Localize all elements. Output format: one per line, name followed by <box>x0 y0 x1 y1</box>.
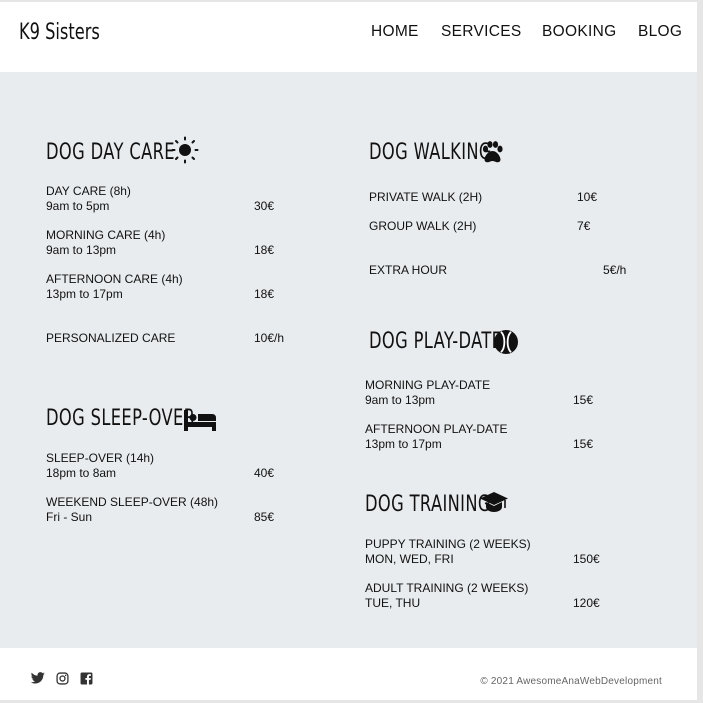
puppy-training-item-days: MON, WED, FRI <box>365 552 454 566</box>
facebook-icon[interactable] <box>80 672 93 685</box>
section-title-day-care: DOG DAY CARE <box>46 140 175 165</box>
extra-hour-item-price: 5€/h <box>603 263 627 277</box>
site-header: K9 Sisters HOME SERVICES BOOKING BLOG <box>0 2 697 72</box>
section-title-sleep-over: DOG SLEEP-OVER <box>46 406 196 431</box>
private-walk-item-price: 10€ <box>577 190 598 204</box>
instagram-icon[interactable] <box>56 672 69 685</box>
weekend-sleep-over-item-hours: Fri - Sun <box>46 510 93 524</box>
graduation-cap-icon <box>480 492 508 512</box>
nav-home[interactable]: HOME <box>371 23 419 41</box>
window-right-border <box>697 0 703 703</box>
sleep-over-item-hours: 18pm to 8am <box>46 466 117 480</box>
afternoon-play-date-item-price: 15€ <box>573 437 594 451</box>
weekend-sleep-over-item-price: 85€ <box>254 510 275 524</box>
section-title-play-date: DOG PLAY-DATE <box>369 329 503 354</box>
nav-blog[interactable]: BLOG <box>638 23 682 41</box>
day-care-item-name: DAY CARE (8h) <box>46 184 131 198</box>
site-footer: © 2021 AwesomeAnaWebDevelopment <box>0 648 697 700</box>
morning-care-item-price: 18€ <box>254 243 275 257</box>
puppy-training-item-name: PUPPY TRAINING (2 WEEKS) <box>365 537 531 551</box>
tennis-ball-icon <box>494 330 518 354</box>
personalized-care-item-price: 10€/h <box>254 331 285 345</box>
day-care-item-price: 30€ <box>254 199 275 213</box>
nav-booking[interactable]: BOOKING <box>542 23 616 41</box>
group-walk-item-name: GROUP WALK (2H) <box>369 219 477 233</box>
section-title-training: DOG TRAINING <box>365 492 491 517</box>
private-walk-item-name: PRIVATE WALK (2H) <box>369 190 483 204</box>
morning-care-item-name: MORNING CARE (4h) <box>46 228 166 242</box>
afternoon-care-item-hours: 13pm to 17pm <box>46 287 123 301</box>
section-title-walking: DOG WALKING <box>369 140 492 165</box>
copyright-text: © 2021 AwesomeAnaWebDevelopment <box>480 676 662 687</box>
weekend-sleep-over-item-name: WEEKEND SLEEP-OVER (48h) <box>46 495 219 509</box>
paw-icon <box>482 141 503 163</box>
morning-play-date-item-name: MORNING PLAY-DATE <box>365 378 491 392</box>
adult-training-item-price: 120€ <box>573 596 600 610</box>
group-walk-item-price: 7€ <box>577 219 591 233</box>
sun-icon <box>171 136 199 164</box>
twitter-icon[interactable] <box>31 672 45 684</box>
puppy-training-item-price: 150€ <box>573 552 600 566</box>
sleep-over-item-price: 40€ <box>254 466 275 480</box>
afternoon-care-item-price: 18€ <box>254 287 275 301</box>
extra-hour-item-name: EXTRA HOUR <box>369 263 448 277</box>
afternoon-care-item-name: AFTERNOON CARE (4h) <box>46 272 183 286</box>
afternoon-play-date-item-hours: 13pm to 17pm <box>365 437 442 451</box>
adult-training-item-name: ADULT TRAINING (2 WEEKS) <box>365 581 529 595</box>
morning-care-item-hours: 9am to 13pm <box>46 243 117 257</box>
day-care-item-hours: 9am to 5pm <box>46 199 110 213</box>
nav-services[interactable]: SERVICES <box>441 23 522 41</box>
afternoon-play-date-item-name: AFTERNOON PLAY-DATE <box>365 422 508 436</box>
brand-logo[interactable]: K9 Sisters <box>19 20 100 45</box>
personalized-care-item-name: PERSONALIZED CARE <box>46 331 176 345</box>
morning-play-date-item-hours: 9am to 13pm <box>365 393 436 407</box>
services-panel: DOG DAY CARE DAY CARE (8h) 9am to 5pm 30… <box>0 72 697 648</box>
adult-training-item-days: TUE, THU <box>365 596 421 610</box>
morning-play-date-item-price: 15€ <box>573 393 594 407</box>
bed-icon <box>184 410 216 431</box>
sleep-over-item-name: SLEEP-OVER (14h) <box>46 451 155 465</box>
